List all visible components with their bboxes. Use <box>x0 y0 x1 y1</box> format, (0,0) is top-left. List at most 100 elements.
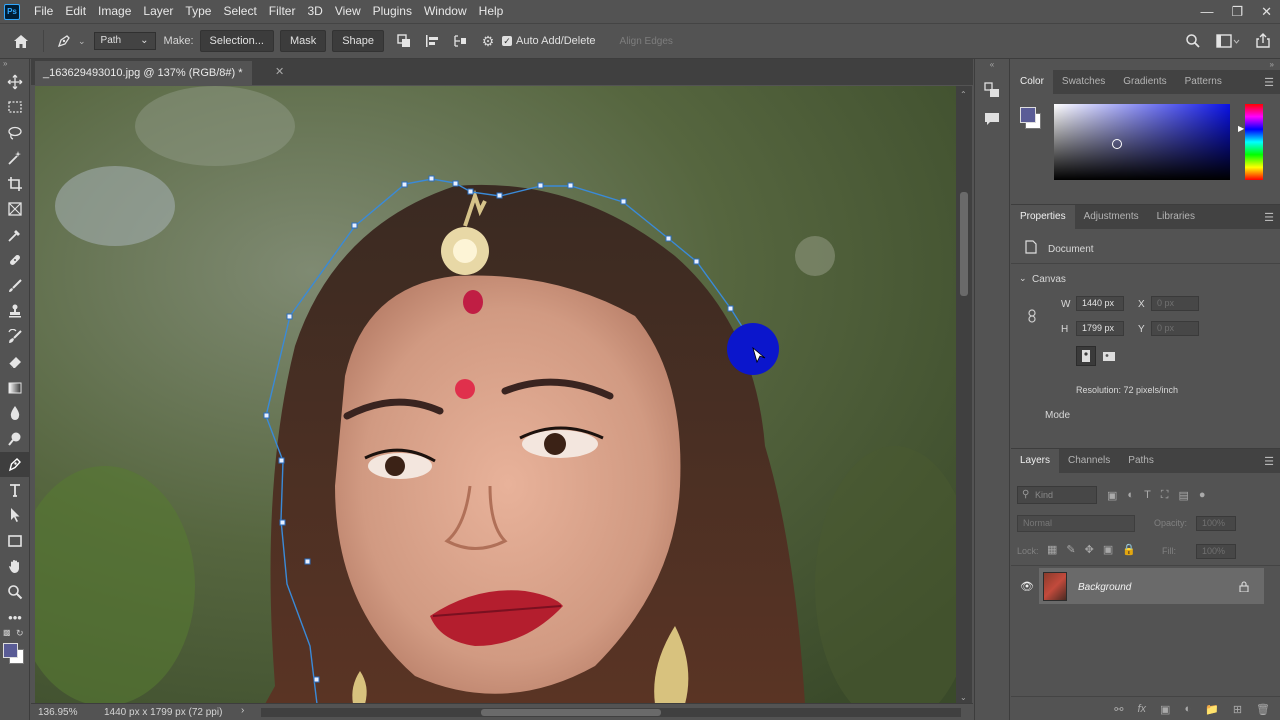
panel-menu-icon[interactable]: ☰ <box>1264 211 1274 224</box>
fill-input[interactable]: 100% <box>1196 544 1236 559</box>
crop-tool-icon[interactable] <box>0 171 30 197</box>
tab-channels[interactable]: Channels <box>1059 449 1119 473</box>
new-group-icon[interactable]: 📁 <box>1205 703 1219 716</box>
opacity-input[interactable]: 100% <box>1196 516 1236 531</box>
workspace-icon[interactable] <box>1216 32 1240 50</box>
eye-icon[interactable]: 👁 <box>1020 580 1034 593</box>
link-dimensions-icon[interactable] <box>1027 309 1037 326</box>
menu-edit[interactable]: Edit <box>59 0 92 23</box>
tab-adjustments[interactable]: Adjustments <box>1075 205 1148 229</box>
vertical-scrollbar[interactable]: ⌃ ⌄ <box>956 86 972 704</box>
x-input[interactable]: 0 px <box>1151 296 1199 311</box>
foreground-color-swatch[interactable] <box>3 643 18 658</box>
eyedropper-tool-icon[interactable] <box>0 222 30 248</box>
layer-effects-icon[interactable]: fx <box>1137 703 1146 715</box>
collapse-arrows-icon[interactable]: « <box>975 59 1009 71</box>
canvas-section-header[interactable]: Canvas <box>1032 274 1066 285</box>
delete-layer-icon[interactable]: 🗑 <box>1256 703 1270 716</box>
rectangle-tool-icon[interactable] <box>0 528 30 554</box>
type-filter-icon[interactable]: T <box>1144 489 1151 502</box>
magic-wand-tool-icon[interactable] <box>0 146 30 172</box>
close-tab-icon[interactable]: ✕ <box>275 65 284 78</box>
width-input[interactable]: 1440 px <box>1076 296 1124 311</box>
add-mask-icon[interactable]: ▣ <box>1160 703 1170 716</box>
layer-filter-kind[interactable]: ⚲ Kind <box>1017 486 1097 504</box>
color-picker-handle[interactable] <box>1112 139 1122 149</box>
swap-colors-icon[interactable]: ↻ <box>16 628 24 639</box>
marquee-tool-icon[interactable] <box>0 95 30 121</box>
chevron-down-icon[interactable]: ⌄ <box>78 36 86 47</box>
panel-menu-icon[interactable]: ☰ <box>1264 76 1274 89</box>
default-colors-icon[interactable]: ▩ <box>3 628 11 637</box>
clone-stamp-tool-icon[interactable] <box>0 299 30 325</box>
shape-filter-icon[interactable]: ⛶ <box>1161 489 1169 502</box>
tab-properties[interactable]: Properties <box>1011 205 1075 229</box>
portrait-orientation-button[interactable] <box>1076 346 1096 366</box>
dodge-tool-icon[interactable] <box>0 426 30 452</box>
more-tools-icon[interactable]: ••• <box>0 605 30 631</box>
menu-help[interactable]: Help <box>473 0 510 23</box>
align-edges-label[interactable]: Align Edges <box>620 36 673 47</box>
selection-button[interactable]: Selection... <box>199 30 274 52</box>
blend-mode-select[interactable]: Normal <box>1017 515 1135 532</box>
lock-transparent-icon[interactable]: ▦ <box>1047 543 1057 556</box>
blur-tool-icon[interactable] <box>0 401 30 427</box>
tab-swatches[interactable]: Swatches <box>1053 70 1114 94</box>
artboard-icon[interactable]: ▣ <box>1103 543 1113 556</box>
layer-row[interactable] <box>1039 568 1264 604</box>
horizontal-scroll-thumb[interactable] <box>481 709 661 716</box>
menu-type[interactable]: Type <box>179 0 217 23</box>
status-menu-arrow-icon[interactable]: › <box>241 705 244 716</box>
smart-object-filter-icon[interactable]: ▤ <box>1179 489 1189 502</box>
collapse-arrows-icon[interactable]: » <box>1011 59 1280 70</box>
hand-tool-icon[interactable] <box>0 554 30 580</box>
history-panel-icon[interactable] <box>983 81 1001 102</box>
path-operations-icon[interactable] <box>395 32 413 50</box>
search-icon[interactable] <box>1184 32 1202 50</box>
color-field[interactable] <box>1054 104 1230 180</box>
scroll-down-icon[interactable]: ⌄ <box>960 693 967 702</box>
mask-button[interactable]: Mask <box>279 30 327 52</box>
path-mode-select[interactable]: Path ⌄ <box>93 32 156 50</box>
tab-layers[interactable]: Layers <box>1011 449 1060 473</box>
new-layer-icon[interactable]: ⊞ <box>1233 703 1242 716</box>
healing-brush-tool-icon[interactable] <box>0 248 30 274</box>
zoom-level[interactable]: 136.95% <box>38 707 98 718</box>
share-icon[interactable] <box>1254 32 1272 50</box>
link-layers-icon[interactable]: ⚯ <box>1114 703 1123 716</box>
filter-toggle-icon[interactable]: ● <box>1199 489 1206 502</box>
home-icon[interactable] <box>10 32 32 50</box>
chevron-down-icon[interactable]: ⌄ <box>1019 273 1027 284</box>
zoom-tool-icon[interactable] <box>0 579 30 605</box>
y-input[interactable]: 0 px <box>1151 321 1199 336</box>
hue-slider-handle[interactable]: ▶ <box>1238 124 1244 133</box>
close-icon[interactable]: ✕ <box>1261 4 1272 20</box>
path-alignment-icon[interactable] <box>423 32 441 50</box>
lock-position-icon[interactable]: ✥ <box>1085 543 1094 556</box>
lasso-tool-icon[interactable] <box>0 120 30 146</box>
shape-button[interactable]: Shape <box>332 30 385 52</box>
menu-plugins[interactable]: Plugins <box>367 0 418 23</box>
restore-icon[interactable]: ❐ <box>1231 4 1243 20</box>
tab-gradients[interactable]: Gradients <box>1114 70 1175 94</box>
pen-tool-icon[interactable] <box>0 451 30 477</box>
vertical-scroll-thumb[interactable] <box>960 192 968 296</box>
horizontal-scrollbar[interactable] <box>261 708 961 717</box>
panel-menu-icon[interactable]: ☰ <box>1264 455 1274 468</box>
path-selection-tool-icon[interactable] <box>0 503 30 529</box>
menu-window[interactable]: Window <box>418 0 473 23</box>
eraser-tool-icon[interactable] <box>0 350 30 376</box>
menu-select[interactable]: Select <box>217 0 262 23</box>
collapse-arrows-icon[interactable]: » <box>0 59 29 69</box>
hue-slider[interactable] <box>1245 104 1263 180</box>
comments-panel-icon[interactable] <box>983 110 1001 131</box>
path-arrangement-icon[interactable] <box>451 32 469 50</box>
menu-filter[interactable]: Filter <box>263 0 302 23</box>
move-tool-icon[interactable] <box>0 69 30 95</box>
type-tool-icon[interactable] <box>0 477 30 503</box>
minimize-icon[interactable]: — <box>1200 4 1213 19</box>
menu-layer[interactable]: Layer <box>137 0 179 23</box>
canvas[interactable] <box>35 86 956 704</box>
foreground-color-swatch[interactable] <box>1020 107 1036 123</box>
gradient-tool-icon[interactable] <box>0 375 30 401</box>
